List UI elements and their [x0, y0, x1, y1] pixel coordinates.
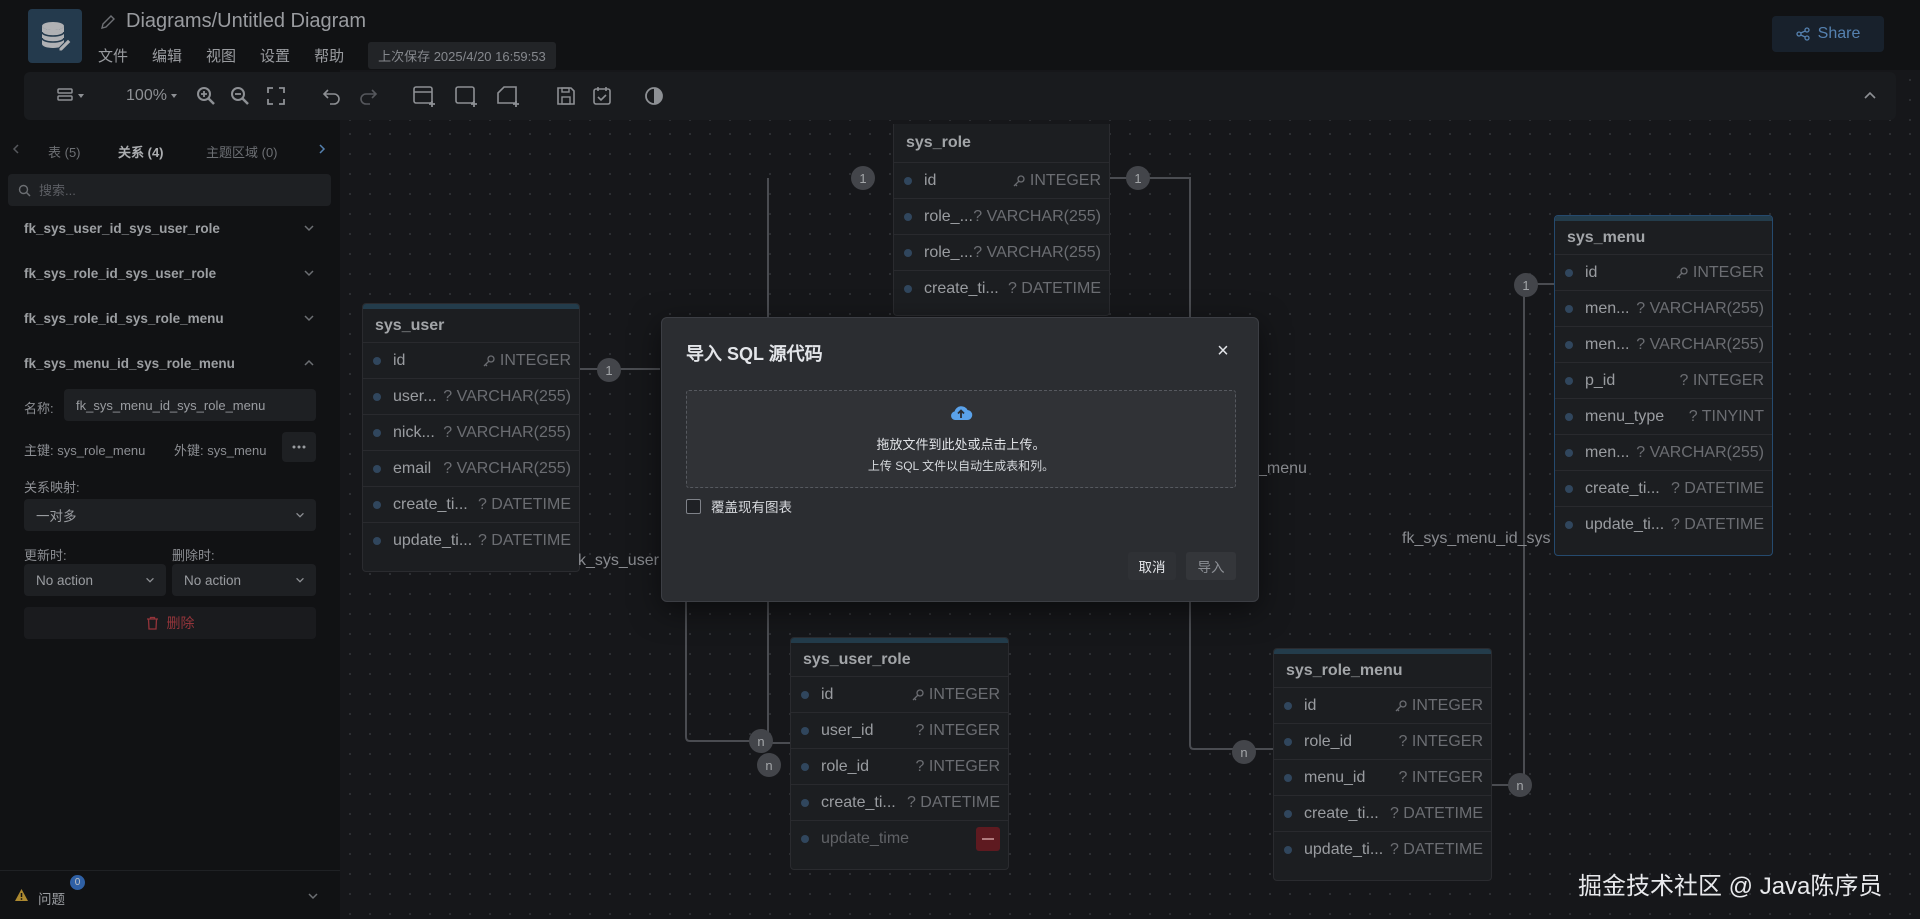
overwrite-checkbox[interactable] [686, 498, 701, 514]
overwrite-option[interactable]: 覆盖现有图表 [686, 496, 792, 516]
file-dropzone[interactable]: 拖放文件到此处或点击上传。 上传 SQL 文件以自动生成表和列。 [686, 390, 1236, 488]
dropzone-hint: 上传 SQL 文件以自动生成表和列。 [867, 459, 1055, 473]
watermark: 掘金技术社区 @ Java陈序员 [1578, 873, 1883, 900]
dialog-title: 导入 SQL 源代码 [686, 344, 823, 364]
import-sql-dialog: 导入 SQL 源代码 × 拖放文件到此处或点击上传。 上传 SQL 文件以自动生… [661, 317, 1259, 602]
dropzone-text: 拖放文件到此处或点击上传。 [876, 437, 1046, 452]
cloud-upload-icon [951, 406, 973, 421]
cancel-button[interactable]: 取消 [1128, 552, 1176, 580]
import-button[interactable]: 导入 [1186, 552, 1236, 580]
overwrite-label: 覆盖现有图表 [711, 500, 792, 515]
close-icon[interactable]: × [1214, 340, 1232, 362]
